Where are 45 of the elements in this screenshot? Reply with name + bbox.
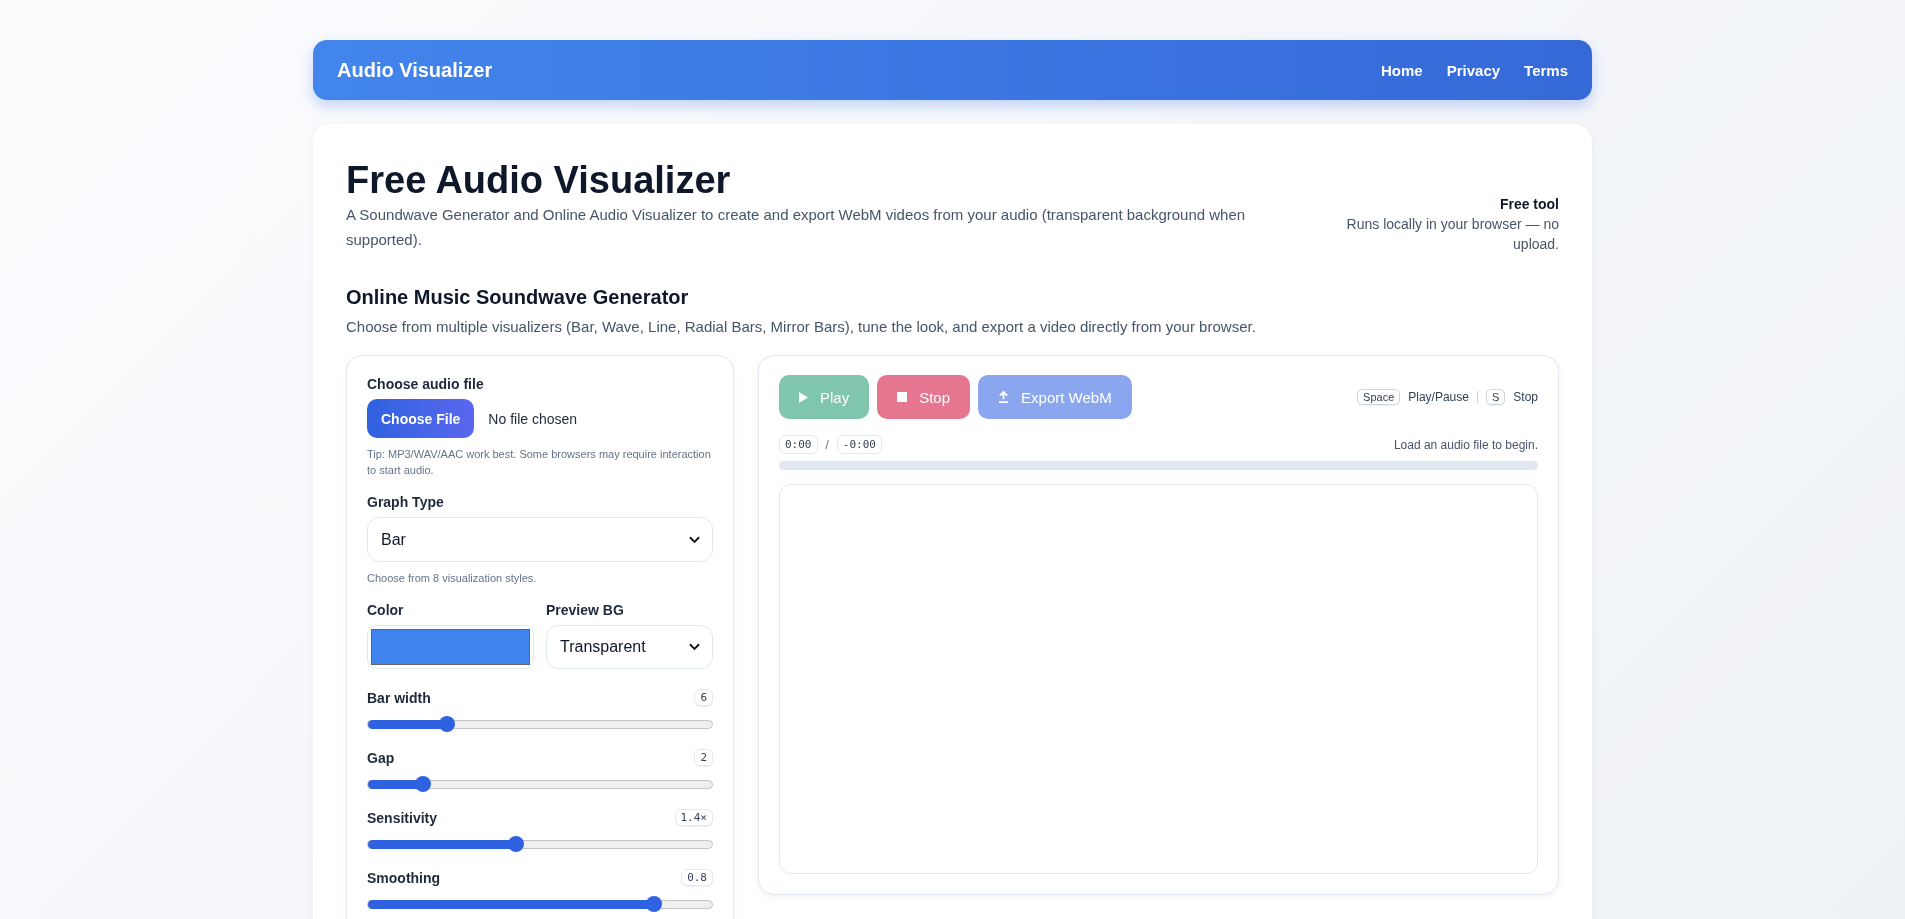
value-badge: 2: [694, 749, 713, 766]
field-label: Preview BG: [546, 602, 625, 618]
nav-link[interactable]: Privacy: [1446, 61, 1501, 79]
help-text: Choose from 8 visualization styles.: [367, 571, 538, 586]
badge-title: Free tool: [1498, 195, 1559, 214]
upload-icon: [998, 391, 1010, 403]
choose-file-button[interactable]: Choose File: [367, 399, 475, 438]
play-icon: [799, 391, 808, 403]
stop-icon: [897, 392, 908, 402]
slider-label: Gap: [367, 749, 395, 766]
section-heading: Online Music Soundwave Generator: [346, 285, 690, 310]
slider-thumb[interactable]: [507, 836, 524, 852]
slider-thumb[interactable]: [415, 776, 432, 792]
chevron-icon: [689, 643, 700, 651]
help-text: Tip: MP3/WAV/AAC work best. Some browsers may require interaction to start audio.: [367, 447, 712, 478]
field-label: Graph Type: [367, 494, 445, 510]
slider-label: Smoothing: [367, 869, 441, 886]
page-title: Free Audio Visualizer: [346, 158, 732, 202]
nav-link[interactable]: Terms: [1524, 61, 1568, 79]
field-label: Choose audio file: [367, 376, 485, 392]
time-separator: /: [825, 437, 829, 452]
status-text: Load an audio file to begin.: [1393, 437, 1538, 452]
remaining-time: -0:00: [836, 435, 882, 454]
value-badge: 6: [694, 689, 713, 706]
key-badge: Space: [1357, 389, 1401, 405]
slider-label: Bar width: [367, 689, 431, 706]
slider-thumb[interactable]: [439, 716, 456, 732]
chevron-icon: [689, 535, 700, 544]
value-badge: 0.8: [681, 869, 713, 886]
slider-thumb[interactable]: [645, 896, 662, 912]
graph-type-select[interactable]: Bar: [367, 517, 713, 562]
field-label: Color: [367, 602, 405, 618]
nav-link[interactable]: Home: [1381, 61, 1423, 79]
slider-label: Sensitivity: [367, 809, 438, 826]
preview-bg-select[interactable]: Transparent: [546, 625, 713, 669]
file-status: No file chosen: [488, 410, 578, 427]
shortcut-action: Stop: [1513, 390, 1538, 404]
value-badge: 1.4×: [674, 809, 713, 826]
page-subtitle: A Soundwave Generator and Online Audio Visualizer to create and export WebM videos from your audio (transparent background when supported).: [346, 205, 1247, 250]
current-time: 0:00: [779, 435, 818, 454]
key-badge: S: [1485, 389, 1506, 405]
shortcut-action: Play/Pause: [1408, 390, 1469, 404]
section-description: Choose from multiple visualizers (Bar, Wave, Line, Radial Bars, Mirror Bars), tune the look, and export a video directly from your browser.: [346, 317, 1257, 337]
badge-text: Runs locally in your browser — no upload.: [1345, 215, 1559, 254]
brand-title[interactable]: Audio Visualizer: [337, 58, 493, 82]
